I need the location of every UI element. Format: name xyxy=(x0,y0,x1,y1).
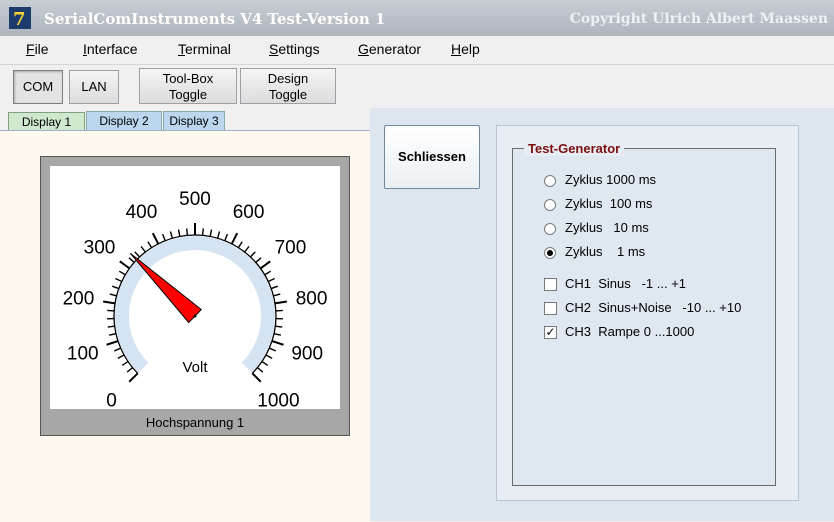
gauge-minor-tick xyxy=(109,334,116,336)
gauge-minor-tick xyxy=(148,242,152,248)
gauge-scale-label: 800 xyxy=(296,289,328,310)
gauge-minor-tick xyxy=(265,271,271,275)
gauge-minor-tick xyxy=(203,228,204,235)
gauge-minor-tick xyxy=(110,294,117,296)
copyright-text: Copyright Ulrich Albert Maassen xyxy=(570,11,828,27)
radio-button[interactable] xyxy=(544,247,556,259)
com-button[interactable]: COM xyxy=(13,70,63,104)
menu-bar: File Interface Terminal Settings Generat… xyxy=(0,36,834,65)
gauge-minor-tick xyxy=(238,242,242,248)
tab-display-1[interactable]: Display 1 xyxy=(8,112,85,132)
gauge-major-tick xyxy=(129,373,137,381)
gauge-minor-tick xyxy=(122,362,128,366)
gauge-minor-tick xyxy=(163,234,166,241)
radio-button[interactable] xyxy=(544,175,556,187)
gauge-dial: 0 100 200 300 400 500 600 700 800 900 1000 Volt xyxy=(50,166,340,409)
gauge-scale-label: 700 xyxy=(275,238,307,259)
menu-interface[interactable]: Interface xyxy=(83,41,137,57)
gauge-scale-label: 400 xyxy=(126,202,158,223)
gauge-minor-tick xyxy=(274,334,281,336)
gauge-hub xyxy=(194,315,197,318)
menu-settings[interactable]: Settings xyxy=(269,41,320,57)
gauge-minor-tick xyxy=(269,348,275,351)
gauge-minor-tick xyxy=(225,234,228,241)
gauge-scale-label: 300 xyxy=(84,238,116,259)
gauge-caption: Hochspannung 1 xyxy=(41,411,349,435)
gauge-minor-tick xyxy=(141,246,145,252)
gauge-minor-tick xyxy=(257,368,262,372)
test-generator-legend: Test-Generator xyxy=(524,141,624,156)
gauge-minor-tick xyxy=(127,368,132,372)
lan-button[interactable]: LAN xyxy=(69,70,119,104)
menu-file[interactable]: File xyxy=(26,41,49,57)
gauge-minor-tick xyxy=(170,231,172,238)
radio-button[interactable] xyxy=(544,223,556,235)
gauge-scale-label: 0 xyxy=(106,390,117,409)
tab-display-3[interactable]: Display 3 xyxy=(163,111,225,131)
gauge-scale-label: 500 xyxy=(179,189,211,210)
gauge-major-tick xyxy=(275,301,287,303)
gauge-minor-tick xyxy=(256,258,261,263)
checkbox[interactable] xyxy=(544,278,557,291)
gauge-scale-label: 600 xyxy=(233,202,265,223)
svg-text:7: 7 xyxy=(13,9,26,30)
voltmeter-gauge: 0 100 200 300 400 500 600 700 800 900 1000 Volt xyxy=(50,166,340,409)
close-button[interactable]: Schliessen xyxy=(384,125,480,189)
gauge-scale-label: 1000 xyxy=(257,390,299,409)
gauge-major-tick xyxy=(252,373,260,381)
toolbar: COM LAN Tool-Box Toggle Design Toggle xyxy=(0,65,834,107)
gauge-minor-tick xyxy=(108,326,115,327)
gauge-minor-tick xyxy=(218,231,220,238)
app-icon: 7 xyxy=(8,6,32,30)
gauge-minor-tick xyxy=(118,355,124,358)
gauge-major-tick xyxy=(261,261,271,268)
gauge-minor-tick xyxy=(135,252,140,257)
menu-help[interactable]: Help xyxy=(451,41,480,57)
gauge-minor-tick xyxy=(129,258,134,263)
title-bar: 7 SerialComInstruments V4 Test-Version 1… xyxy=(0,0,834,36)
gauge-minor-tick xyxy=(262,362,268,366)
checkbox[interactable]: ✓ xyxy=(544,326,557,339)
gauge-major-tick xyxy=(120,261,130,268)
design-toggle-button[interactable]: Design Toggle xyxy=(240,68,336,104)
gauge-minor-tick xyxy=(115,279,121,282)
gauge-major-tick xyxy=(103,301,115,303)
menu-terminal[interactable]: Terminal xyxy=(178,41,231,57)
gauge-minor-tick xyxy=(179,230,180,237)
gauge-unit-label: Volt xyxy=(182,359,208,376)
gauge-major-tick xyxy=(107,341,118,345)
gauge-major-tick xyxy=(153,233,158,244)
gauge-minor-tick xyxy=(266,355,272,358)
gauge-minor-tick xyxy=(119,271,125,275)
gauge-scale-label: 200 xyxy=(63,289,95,310)
gauge-minor-tick xyxy=(275,326,282,327)
gauge-minor-tick xyxy=(210,230,211,237)
menu-generator[interactable]: Generator xyxy=(358,41,421,57)
gauge-minor-tick xyxy=(271,286,278,288)
gauge-minor-tick xyxy=(268,279,274,282)
gauge-major-tick xyxy=(232,233,237,244)
tab-display-2[interactable]: Display 2 xyxy=(86,111,162,131)
gauge-minor-tick xyxy=(114,348,120,351)
gauge-needle xyxy=(130,253,201,322)
gauge-minor-tick xyxy=(245,246,249,252)
gauge-scale-label: 100 xyxy=(67,343,99,364)
checkbox-ch3[interactable]: ✓ CH3 Rampe 0 ...1000 xyxy=(544,326,551,371)
gauge-minor-tick xyxy=(273,294,280,296)
gauge-minor-tick xyxy=(187,228,188,235)
gauge-minor-tick xyxy=(250,252,255,257)
gauge-scale-label: 900 xyxy=(291,343,323,364)
window-title: SerialComInstruments V4 Test-Version 1 xyxy=(44,10,385,28)
toolbox-toggle-button[interactable]: Tool-Box Toggle xyxy=(139,68,237,104)
radio-button[interactable] xyxy=(544,199,556,211)
gauge-minor-tick xyxy=(112,286,119,288)
gauge-major-tick xyxy=(272,341,283,345)
checkbox[interactable] xyxy=(544,302,557,315)
